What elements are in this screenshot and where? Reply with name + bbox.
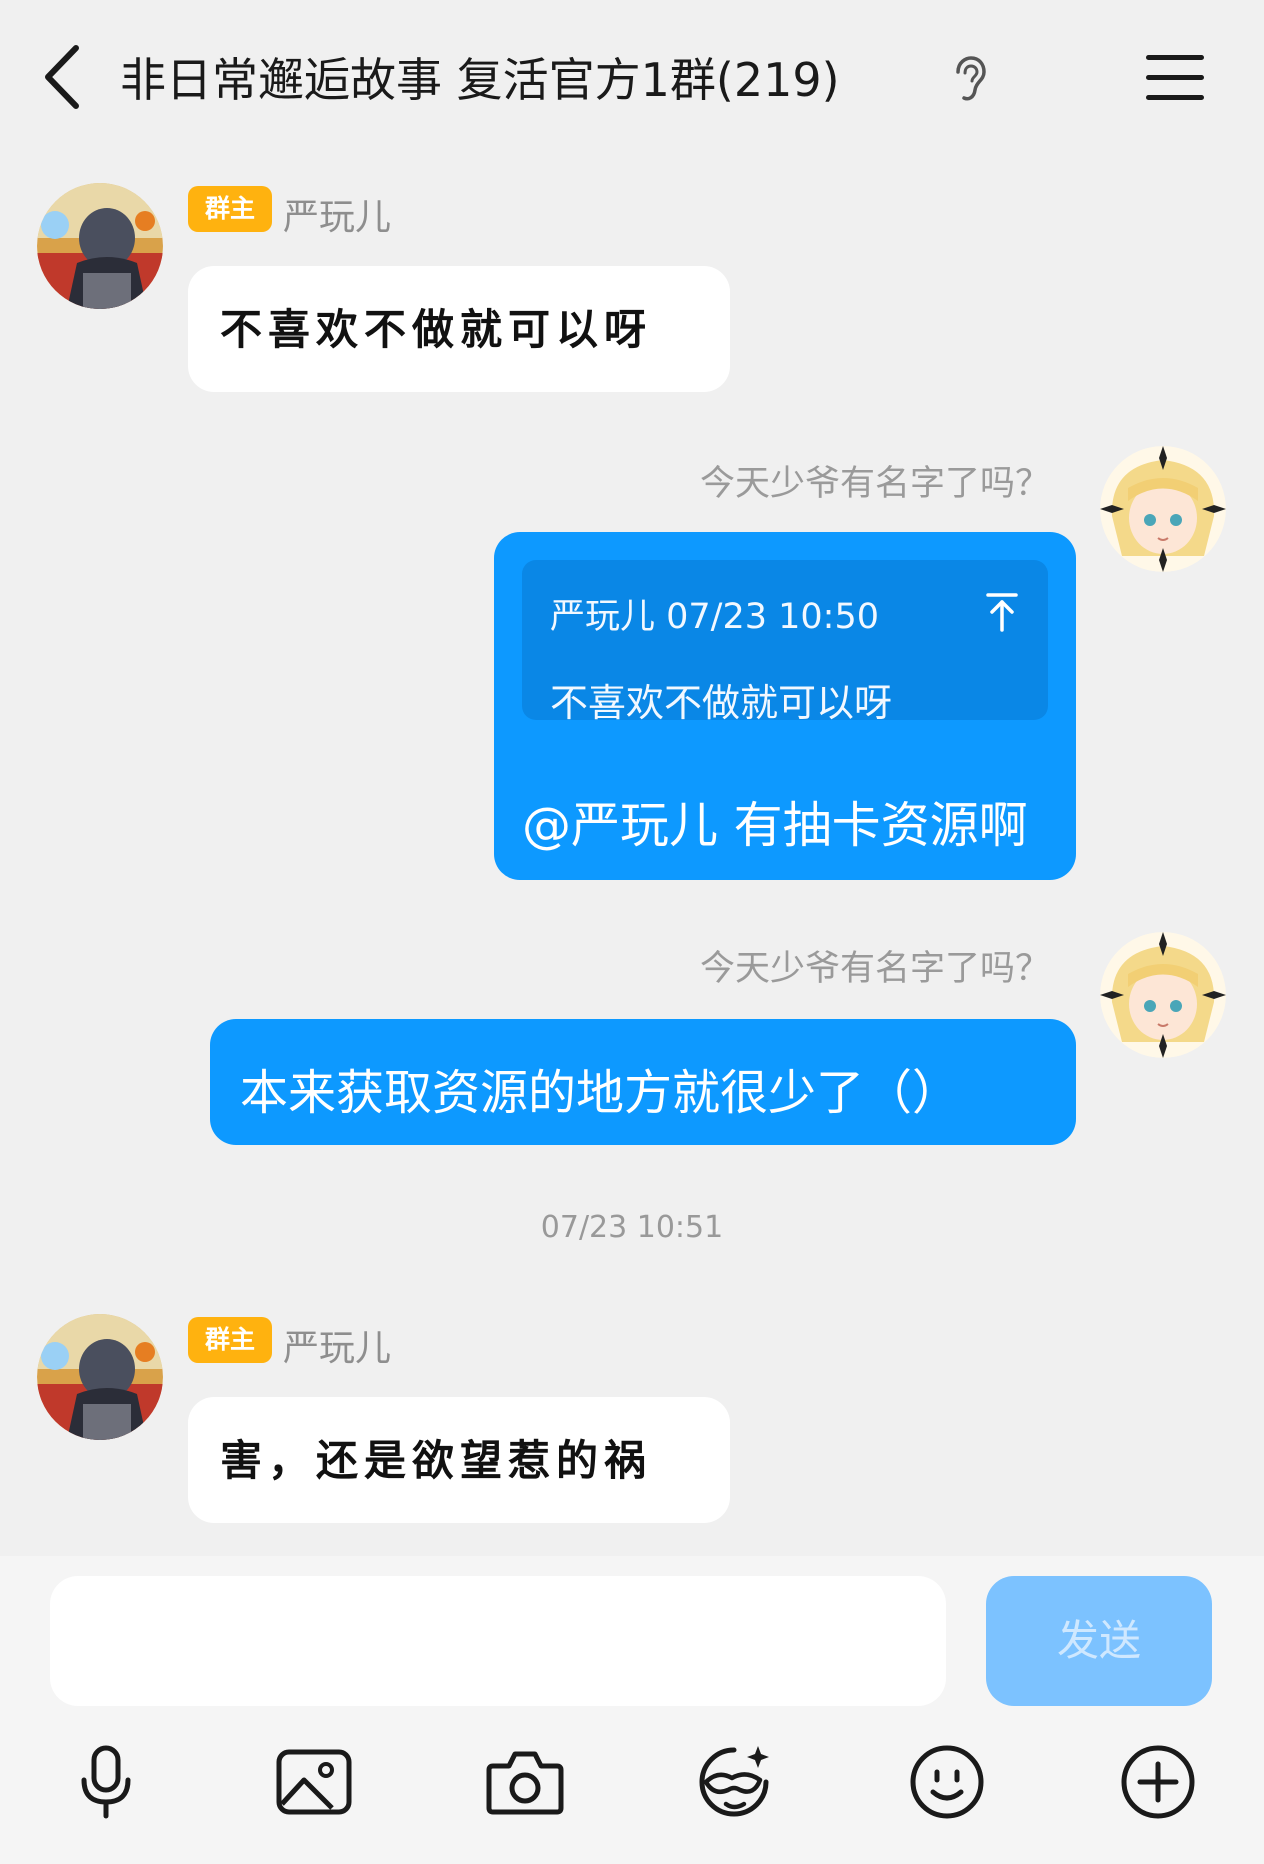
message-text: @严玩儿 有抽卡资源啊 (522, 797, 1028, 854)
quoted-message[interactable]: 严玩儿 07/23 10:50 不喜欢不做就可以呀 (522, 560, 1048, 725)
back-button[interactable] (40, 42, 90, 112)
message-text: 害，还是欲望惹的祸 (220, 1436, 653, 1485)
my-avatar[interactable] (1100, 446, 1226, 572)
top-bar: 非日常邂逅故事 复活官方1群(219) (0, 0, 1264, 150)
outgoing-message-bubble[interactable]: 严玩儿 07/23 10:50 不喜欢不做就可以呀 @严玩儿 有抽卡资源啊 (494, 532, 1076, 880)
my-avatar[interactable] (1100, 932, 1226, 1058)
message-input[interactable] (50, 1576, 946, 1706)
my-name: 今天少爷有名字了吗？ (699, 949, 1050, 989)
outgoing-message-bubble[interactable]: 本来获取资源的地方就很少了（） (210, 1019, 1076, 1145)
menu-icon-line (1146, 75, 1204, 80)
chat-title[interactable]: 非日常邂逅故事 复活官方1群(219) (120, 44, 840, 110)
avatar[interactable] (37, 1314, 163, 1440)
sender-name[interactable]: 严玩儿 (283, 1319, 391, 1371)
incoming-message-bubble[interactable]: 不喜欢不做就可以呀 (188, 266, 730, 392)
microphone-icon[interactable] (66, 1742, 146, 1822)
sticker-icon[interactable] (694, 1742, 774, 1822)
menu-icon-line (1146, 55, 1204, 60)
incoming-message-bubble[interactable]: 害，还是欲望惹的祸 (188, 1397, 730, 1523)
image-icon[interactable] (274, 1742, 354, 1822)
composer: 发送 (0, 1556, 1264, 1864)
owner-badge: 群主 (188, 1317, 272, 1363)
ear-icon[interactable] (952, 56, 988, 102)
menu-icon-line (1146, 95, 1204, 100)
jump-to-message-icon[interactable] (986, 592, 1018, 632)
timestamp: 07/23 10:51 (540, 1210, 724, 1245)
send-button[interactable]: 发送 (986, 1576, 1212, 1706)
plus-icon[interactable] (1118, 1742, 1198, 1822)
quoted-sender-time: 严玩儿 07/23 10:50 (550, 597, 879, 637)
message-text: 本来获取资源的地方就很少了（） (240, 1065, 961, 1121)
chevron-left-icon (45, 45, 79, 109)
avatar[interactable] (37, 183, 163, 309)
menu-button[interactable] (1146, 55, 1204, 101)
emoji-icon[interactable] (907, 1742, 987, 1822)
camera-icon[interactable] (485, 1742, 565, 1822)
owner-badge: 群主 (188, 186, 272, 232)
quoted-text: 不喜欢不做就可以呀 (550, 681, 893, 725)
message-text: 不喜欢不做就可以呀 (220, 305, 653, 354)
my-name: 今天少爷有名字了吗？ (699, 464, 1050, 504)
sender-name[interactable]: 严玩儿 (283, 188, 391, 240)
